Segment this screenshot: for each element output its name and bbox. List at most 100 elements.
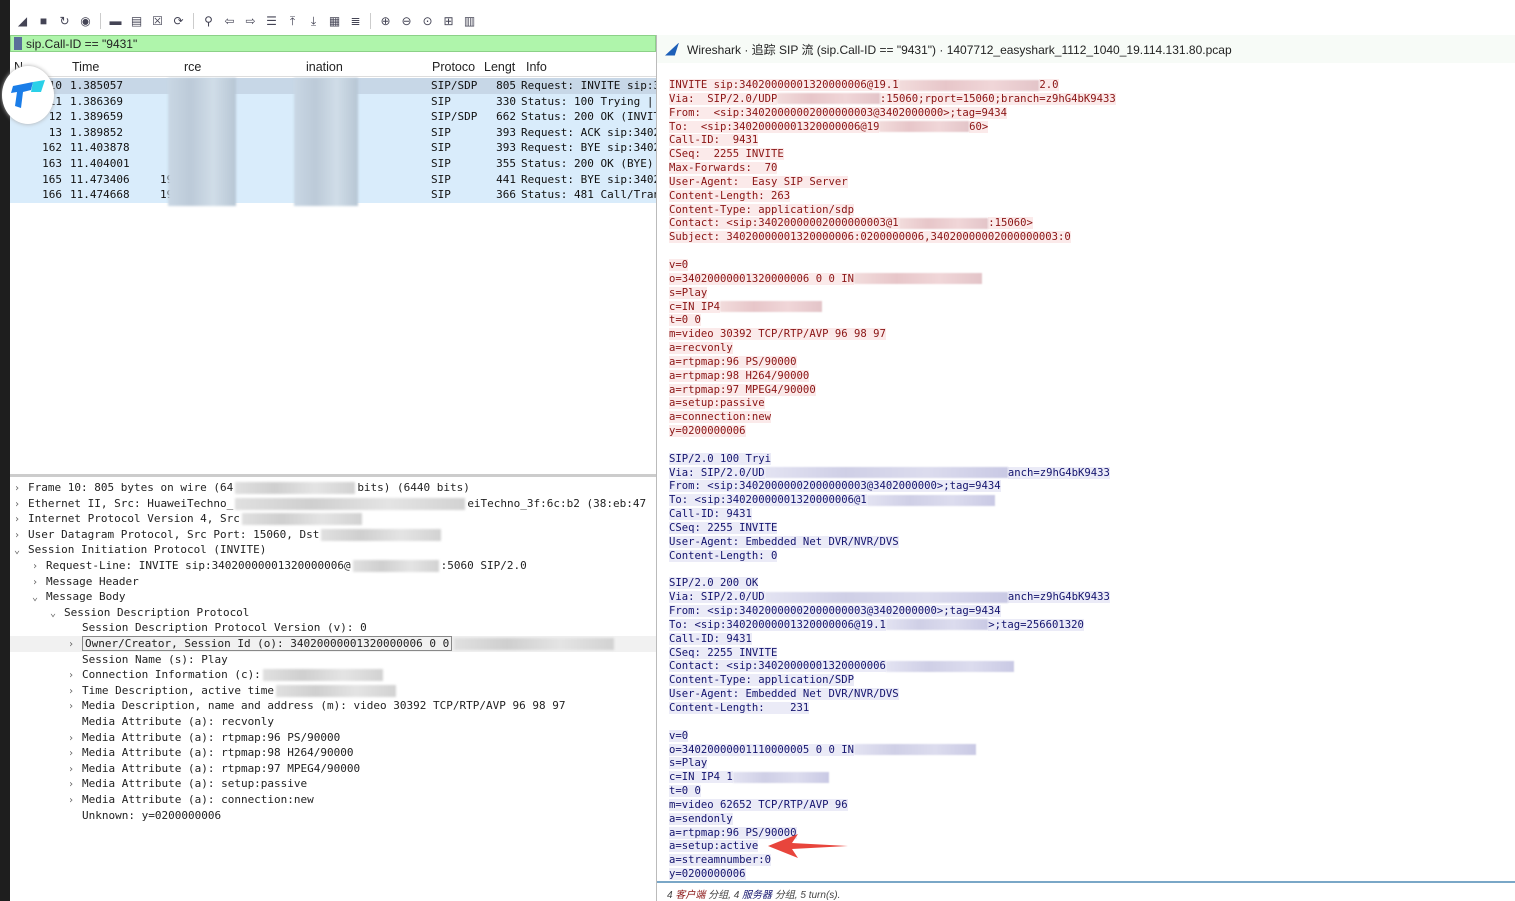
tree-item[interactable]: › Media Attribute (a): rtpmap:98 H264/900… bbox=[10, 745, 656, 761]
tree-item[interactable]: › Frame 10: 805 bytes on wire (64 bits) (6… bbox=[10, 480, 656, 496]
stream-content[interactable]: INVITE sip:34020000001320000006@19.1 2.0 V… bbox=[669, 79, 1116, 882]
server-line: y=0200000006 bbox=[669, 868, 1116, 882]
line-text: a=rtpmap:96 PS/90000 bbox=[669, 355, 797, 368]
pane-splitter[interactable] bbox=[10, 474, 656, 477]
close-file-icon[interactable]: ☒ bbox=[149, 13, 166, 30]
tree-item[interactable]: › Time Description, active time bbox=[10, 683, 656, 699]
redacted-value bbox=[853, 744, 976, 755]
tree-item-tail: eiTechno_3f:6c:b2 (38:eb:47 bbox=[467, 496, 647, 510]
save-icon[interactable]: ▤ bbox=[128, 13, 145, 30]
restart-icon[interactable]: ↻ bbox=[56, 13, 73, 30]
server-line: Call-ID: 9431 bbox=[669, 508, 1116, 522]
line-text: v=0 bbox=[669, 729, 689, 742]
expand-icon[interactable]: › bbox=[68, 731, 82, 747]
tree-item[interactable]: Unknown: y=0200000006 bbox=[10, 808, 656, 824]
expand-icon[interactable]: › bbox=[14, 481, 28, 497]
line-tail: >;tag=256601320 bbox=[988, 618, 1084, 631]
tree-item[interactable]: ⌄ Session Initiation Protocol (INVITE) bbox=[10, 542, 656, 558]
resize-columns-icon[interactable]: ⊞ bbox=[440, 13, 457, 30]
options-icon[interactable]: ◉ bbox=[77, 13, 94, 30]
reload-icon[interactable]: ⟳ bbox=[170, 13, 187, 30]
col-destination[interactable]: ination bbox=[306, 60, 343, 74]
bookmark-icon[interactable] bbox=[14, 37, 22, 50]
cell-info: Status: 200 OK (BYE) bbox=[521, 157, 654, 170]
tree-item[interactable]: › Media Attribute (a): rtpmap:97 MPEG4/90… bbox=[10, 761, 656, 777]
first-icon[interactable]: ⤒ bbox=[284, 13, 301, 30]
col-protocol[interactable]: Protoco bbox=[432, 60, 475, 74]
tree-item[interactable]: ⌄ Session Description Protocol bbox=[10, 605, 656, 621]
tree-item[interactable]: Media Attribute (a): recvonly bbox=[10, 714, 656, 730]
tree-item-tail: :5060 SIP/2.0 bbox=[440, 559, 527, 572]
tree-item[interactable]: › User Datagram Protocol, Src Port: 15060… bbox=[10, 527, 656, 543]
tree-item[interactable]: › Connection Information (c): bbox=[10, 667, 656, 683]
tree-item[interactable]: › Owner/Creator, Session Id (o): 34020000… bbox=[10, 636, 656, 652]
tree-item[interactable]: › Message Header bbox=[10, 574, 656, 590]
display-filter-bar[interactable]: sip.Call-ID == "9431" bbox=[10, 35, 656, 52]
cell-info: Request: BYE sip:3402 bbox=[521, 141, 661, 155]
expand-icon[interactable]: › bbox=[68, 668, 82, 684]
expand-icon[interactable]: › bbox=[68, 762, 82, 778]
collapse-icon[interactable]: ⌄ bbox=[14, 543, 28, 559]
cell-proto: SIP bbox=[431, 141, 451, 155]
expand-icon[interactable]: › bbox=[68, 684, 82, 700]
find-icon[interactable]: ⚲ bbox=[200, 13, 217, 30]
tree-item-label: Media Attribute (a): rtpmap:96 PS/90000 bbox=[82, 730, 341, 744]
expand-icon[interactable]: › bbox=[14, 497, 28, 513]
collapse-icon[interactable]: ⌄ bbox=[50, 606, 64, 622]
line-text: Call-ID: 9431 bbox=[669, 632, 752, 645]
redacted-value bbox=[276, 684, 397, 697]
expand-icon[interactable]: › bbox=[68, 637, 82, 653]
cell-len: 662 bbox=[496, 110, 516, 124]
tree-item[interactable]: › Media Description, name and address (m)… bbox=[10, 698, 656, 714]
tree-item[interactable]: ⌄ Message Body bbox=[10, 589, 656, 605]
col-length[interactable]: Lengt bbox=[484, 60, 515, 74]
expand-icon[interactable]: › bbox=[68, 746, 82, 762]
client-line: Subject: 34020000001320000006:0200000006… bbox=[669, 231, 1116, 245]
expand-icon[interactable]: › bbox=[14, 528, 28, 544]
shark-fin-icon[interactable]: ◢ bbox=[14, 13, 31, 30]
client-count: 4 bbox=[667, 890, 673, 901]
server-line: t=0 0 bbox=[669, 785, 1116, 799]
collapse-icon[interactable]: ⌄ bbox=[32, 590, 46, 606]
back-icon[interactable]: ⇦ bbox=[221, 13, 238, 30]
cell-len: 366 bbox=[496, 188, 516, 202]
expand-icon[interactable]: › bbox=[32, 575, 46, 591]
tree-item-label: Session Description Protocol Version (v)… bbox=[82, 621, 367, 635]
tree-item[interactable]: Session Name (s): Play bbox=[10, 652, 656, 668]
server-line: User-Agent: Embedded Net DVR/NVR/DVS bbox=[669, 535, 1116, 550]
layout-icon[interactable]: ▥ bbox=[461, 13, 478, 30]
zoom-in-icon[interactable]: ⊕ bbox=[377, 13, 394, 30]
line-text: User-Agent: Easy SIP Server bbox=[669, 175, 848, 188]
goto-icon[interactable]: ☰ bbox=[263, 13, 280, 30]
stop-icon[interactable]: ■ bbox=[35, 13, 52, 30]
col-source[interactable]: rce bbox=[184, 60, 201, 74]
zoom-reset-icon[interactable]: ⊙ bbox=[419, 13, 436, 30]
colorize-icon[interactable]: ≣ bbox=[347, 13, 364, 30]
display-filter-input[interactable]: sip.Call-ID == "9431" bbox=[26, 37, 137, 51]
tree-item[interactable]: › Request-Line: INVITE sip:34020000001320… bbox=[10, 558, 656, 574]
col-info[interactable]: Info bbox=[526, 60, 547, 74]
cell-no: 165 bbox=[42, 172, 62, 186]
col-time[interactable]: Time bbox=[72, 60, 99, 74]
expand-icon[interactable]: › bbox=[68, 699, 82, 715]
tree-item[interactable]: › Media Attribute (a): setup:passive bbox=[10, 776, 656, 792]
cell-info: Request: BYE sip:3402 bbox=[521, 172, 661, 186]
autoscroll-icon[interactable]: ▦ bbox=[326, 13, 343, 30]
server-line: Content-Length: 231 bbox=[669, 701, 1116, 716]
tree-item[interactable]: › Internet Protocol Version 4, Src bbox=[10, 511, 656, 527]
tree-item[interactable]: Session Description Protocol Version (v)… bbox=[10, 620, 656, 636]
cell-len: 393 bbox=[496, 141, 516, 155]
cell-time: 1.386369 bbox=[70, 94, 123, 108]
tree-item[interactable]: › Media Attribute (a): rtpmap:96 PS/90000 bbox=[10, 730, 656, 746]
zoom-out-icon[interactable]: ⊖ bbox=[398, 13, 415, 30]
line-text: a=connection:new bbox=[669, 411, 772, 424]
last-icon[interactable]: ⤓ bbox=[305, 13, 322, 30]
expand-icon[interactable]: › bbox=[14, 512, 28, 528]
expand-icon[interactable]: › bbox=[68, 793, 82, 809]
expand-icon[interactable]: › bbox=[32, 559, 46, 575]
forward-icon[interactable]: ⇨ bbox=[242, 13, 259, 30]
tree-item[interactable]: › Media Attribute (a): connection:new bbox=[10, 792, 656, 808]
tree-item[interactable]: › Ethernet II, Src: HuaweiTechno_ eiTechno… bbox=[10, 496, 656, 512]
expand-icon[interactable]: › bbox=[68, 777, 82, 793]
open-folder-icon[interactable]: ▬ bbox=[107, 13, 124, 30]
